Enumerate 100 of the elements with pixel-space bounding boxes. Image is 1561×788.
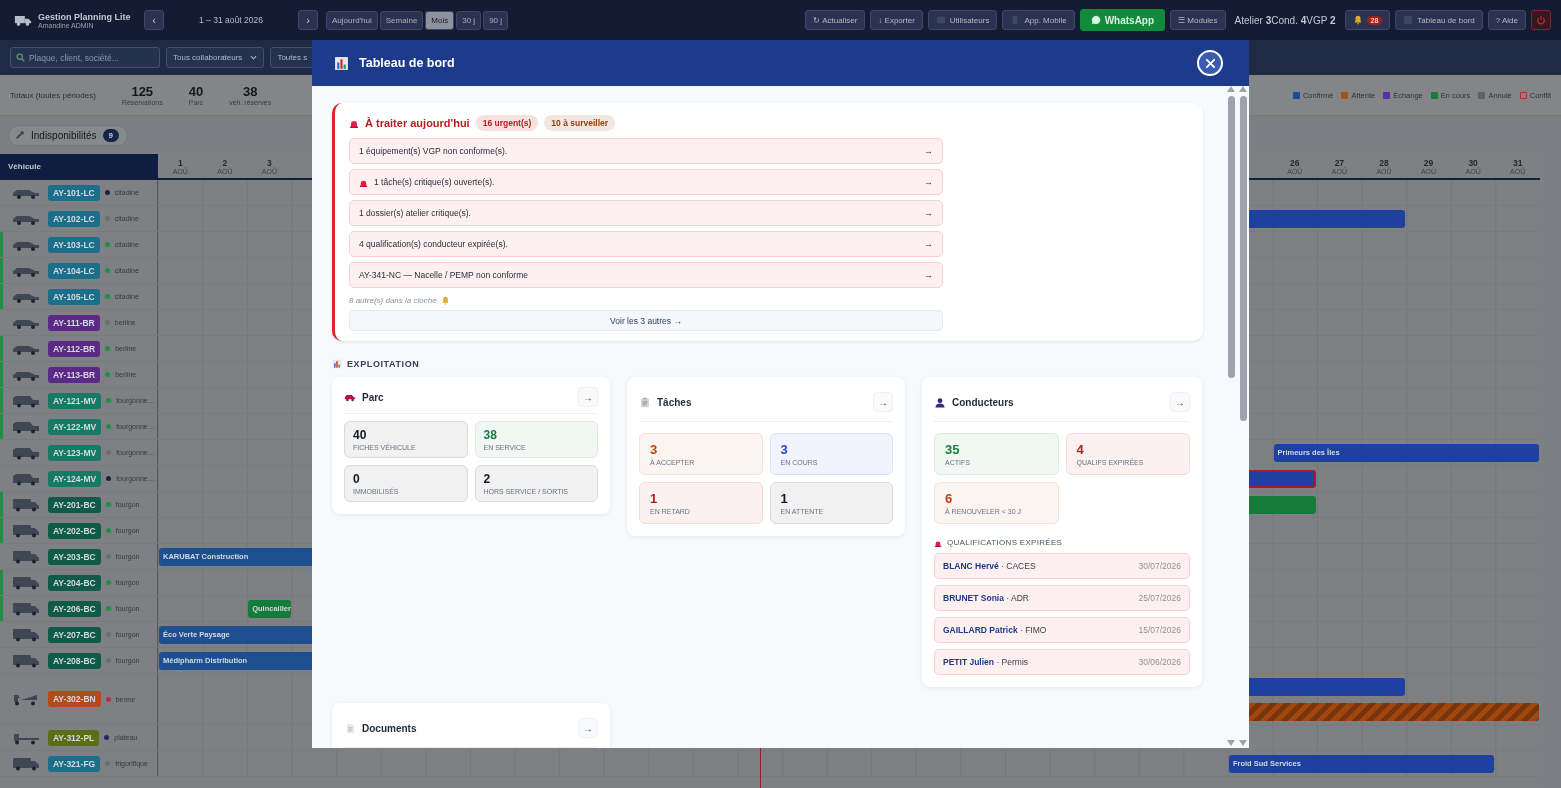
alert-item[interactable]: 4 qualification(s) conducteur expirée(s). → (349, 231, 943, 257)
view-tab[interactable]: 30 j (456, 10, 482, 30)
plate-badge: AY-208-BC (48, 652, 101, 669)
logout-button[interactable] (1531, 10, 1551, 30)
open-button[interactable]: → (578, 718, 598, 738)
day-number: 27 (1334, 157, 1345, 168)
card-title: Conducteurs (952, 396, 1014, 408)
toolbar-button[interactable]: ↓ Exporter (870, 10, 923, 30)
more-note: 8 autre(s) dans la cloche (349, 296, 437, 305)
toolbar-button[interactable]: Tableau de bord (1395, 10, 1483, 30)
app-title: Gestion Planning Lite (38, 11, 131, 22)
qualification-row[interactable]: PETIT Julien · Permis 30/06/2026 (934, 649, 1190, 675)
plate-badge: AY-113-BR (48, 366, 101, 383)
clipboard-icon (639, 396, 651, 408)
previous-button[interactable]: ‹ (144, 10, 164, 30)
day-number: 3 (267, 157, 272, 168)
plate-badge: AY-121-MV (48, 392, 102, 409)
count-pill: 16 urgent(s) (475, 115, 539, 131)
caret-icon (250, 55, 258, 60)
plate-badge: AY-102-LC (48, 210, 100, 227)
plate-badge: AY-103-LC (48, 236, 100, 253)
truck-icon (14, 13, 32, 27)
qualification-row[interactable]: GAILLARD Patrick · FIMO 15/07/2026 (934, 617, 1190, 643)
toolbar-button[interactable]: ☰ Modules (1170, 10, 1226, 30)
alert-item[interactable]: 1 équipement(s) VGP non conforme(s). → (349, 138, 943, 164)
view-tab[interactable]: 90 j (483, 10, 509, 30)
plate-badge: AY-312-PL (48, 729, 100, 746)
plate-badge: AY-104-LC (48, 262, 100, 279)
day-number: 31 (1512, 157, 1523, 168)
bell-icon (440, 296, 450, 305)
next-button[interactable]: › (298, 10, 318, 30)
scrollbar-thumb[interactable] (1227, 96, 1235, 378)
card-title: Documents (362, 722, 417, 734)
card-title: Tâches (657, 396, 692, 408)
toolbar-button[interactable]: App. Mobile (1002, 10, 1075, 30)
status-counters: Atelier 3Cond. 4VGP 2 (1233, 14, 1337, 26)
toolbar-button[interactable]: ? Aide (1487, 10, 1526, 30)
search-icon (16, 53, 25, 62)
plate-badge: AY-204-BC (48, 574, 101, 591)
open-button[interactable]: → (1170, 392, 1190, 412)
period-label: 1 – 31 août 2026 (198, 15, 264, 25)
plate-badge: AY-202-BC (48, 522, 101, 539)
day-number: 28 (1379, 157, 1389, 168)
column-header: Véhicule (0, 154, 158, 178)
plate-badge: AY-321-FG (48, 755, 101, 772)
filter-select[interactable]: Tous collaborateurs (166, 47, 265, 68)
stat-value: 38 (242, 84, 258, 99)
plate-badge: AY-123-MV (48, 444, 102, 461)
plate-badge: AY-112-BR (48, 340, 101, 357)
plate-badge: AY-203-BC (48, 548, 101, 565)
power-icon (1536, 15, 1546, 25)
unavailability-button[interactable]: Indisponibilités 9 (8, 124, 129, 146)
bar-chart-icon (332, 359, 342, 369)
view-tab[interactable]: Aujourd'hui (326, 10, 378, 30)
bell-icon (1352, 15, 1363, 25)
list-title: QUALIFICATIONS EXPIRÉES (947, 538, 1063, 547)
open-button[interactable]: → (873, 392, 893, 412)
scrollbar-thumb[interactable] (1239, 96, 1247, 421)
stat-value: 40 (188, 84, 204, 99)
view-tab[interactable]: Semaine (379, 10, 424, 30)
day-number: 2 (222, 157, 228, 168)
day-number: 29 (1423, 157, 1434, 168)
view-tab[interactable]: Mois (425, 10, 455, 30)
plate-badge: AY-122-MV (48, 418, 102, 435)
siren-icon (349, 118, 359, 128)
plate-badge: AY-101-LC (48, 184, 100, 201)
close-icon (1204, 57, 1216, 69)
qualification-row[interactable]: BLANC Hervé · CACES 30/07/2026 (934, 553, 1190, 579)
alert-item[interactable]: 1 tâche(s) critique(s) ouverte(s). → (349, 169, 943, 195)
day-number: 30 (1468, 157, 1478, 168)
wrench-icon (15, 130, 25, 140)
person-icon (934, 396, 946, 408)
card-title: Parc (362, 391, 384, 403)
day-number: 1 (177, 157, 183, 168)
alert-item[interactable]: 1 dossier(s) atelier critique(s). → (349, 200, 943, 226)
close-button[interactable] (1197, 50, 1223, 76)
open-button[interactable]: → (578, 387, 598, 407)
toolbar-button[interactable]: Utilisateurs (927, 10, 998, 30)
qualification-row[interactable]: BRUNET Sonia · ADR 25/07/2026 (934, 585, 1190, 611)
plate-badge: AY-111-BR (48, 314, 100, 331)
alert-item[interactable]: AY-341-NC — Nacelle / PEMP non conforme → (349, 262, 943, 288)
search-field[interactable]: Plaque, client, société... (10, 47, 160, 68)
plate-badge: AY-105-LC (48, 288, 100, 305)
plate-badge: AY-206-BC (48, 600, 101, 617)
alert-title: À traiter aujourd'hui (365, 117, 470, 129)
count-badge: 9 (102, 128, 120, 142)
count-pill: 10 à surveiller (544, 115, 616, 131)
section-title: EXPLOITATION (347, 359, 420, 369)
document-icon (344, 722, 356, 734)
see-more-button[interactable]: Voir les 3 autres → (349, 310, 943, 331)
plate-badge: AY-302-BN (48, 691, 101, 707)
chat-icon (1090, 15, 1101, 25)
plate-badge: AY-201-BC (48, 496, 101, 513)
toolbar-button[interactable]: ↻ Actualiser (805, 10, 866, 30)
day-number: 26 (1290, 157, 1300, 168)
whatsapp-button[interactable]: WhatsApp (1079, 9, 1166, 31)
dialog-title: Tableau de bord (359, 56, 455, 70)
totals-label: Totaux (toutes périodes) (10, 90, 96, 100)
bar-chart-icon (334, 55, 349, 71)
stat-value: 125 (131, 84, 154, 99)
